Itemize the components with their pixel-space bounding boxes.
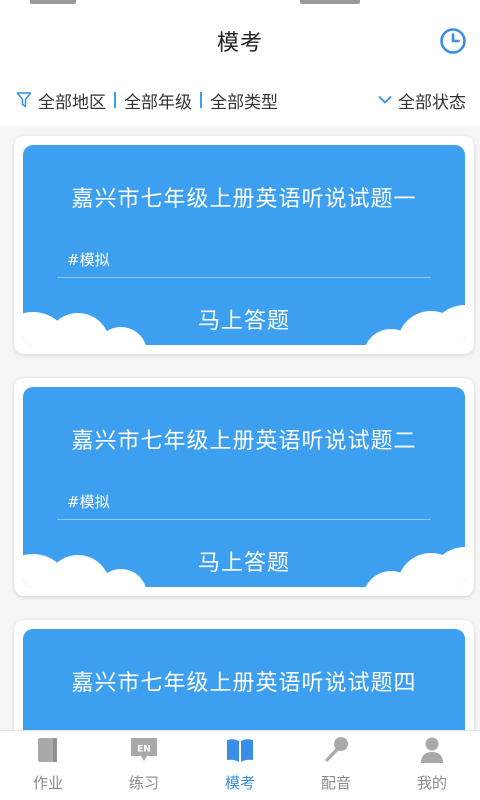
tab-label: 我的	[416, 774, 447, 792]
exam-card-body: 嘉兴市七年级上册英语听说试题二 #模拟 马上答题	[23, 387, 465, 587]
exam-title: 嘉兴市七年级上册英语听说试题四	[71, 671, 417, 696]
exam-list: 嘉兴市七年级上册英语听说试题一 #模拟 马上答题 嘉兴市七年级上册英语听说试题二…	[0, 126, 480, 730]
chevron-down-icon	[378, 96, 392, 104]
filter-status-label: 全部状态	[398, 92, 466, 113]
exam-card[interactable]: 嘉兴市七年级上册英语听说试题一 #模拟 马上答题	[14, 136, 474, 354]
filter-region[interactable]: 全部地区	[16, 88, 106, 113]
tab-dubbing[interactable]: 配音	[288, 731, 384, 800]
en-bubble-icon: EN	[131, 738, 157, 761]
start-exam-button[interactable]: 马上答题	[23, 303, 465, 335]
filter-status[interactable]: 全部状态	[378, 88, 466, 113]
filter-type-label: 全部类型	[210, 92, 278, 113]
divider	[200, 92, 202, 108]
svg-text:EN: EN	[137, 745, 151, 755]
tab-profile[interactable]: 我的	[384, 731, 480, 800]
status-bar	[0, 0, 480, 8]
exam-card-body: 嘉兴市七年级上册英语听说试题一 #模拟 马上答题	[23, 145, 465, 345]
filter-region-label: 全部地区	[38, 92, 106, 113]
open-book-icon	[227, 739, 253, 762]
funnel-icon	[16, 92, 32, 108]
filter-type[interactable]: 全部类型	[210, 88, 278, 113]
tab-label: 练习	[128, 774, 159, 792]
tab-label: 作业	[32, 774, 63, 792]
exam-card[interactable]: 嘉兴市七年级上册英语听说试题四	[14, 620, 474, 730]
bottom-tab-bar: 作业 EN 练习 模考 配音 我的	[0, 730, 480, 800]
tab-label: 配音	[320, 774, 351, 792]
header: 模考	[0, 8, 480, 74]
filter-grade-label: 全部年级	[124, 92, 192, 113]
notebook-icon	[38, 738, 57, 762]
exam-card-body: 嘉兴市七年级上册英语听说试题四	[23, 629, 465, 730]
tab-practice[interactable]: EN 练习	[96, 731, 192, 800]
divider	[114, 92, 116, 108]
exam-card[interactable]: 嘉兴市七年级上册英语听说试题二 #模拟 马上答题	[14, 378, 474, 596]
person-icon	[421, 737, 443, 763]
page-title: 模考	[216, 31, 263, 56]
filter-bar: 全部地区 全部年级 全部类型 全部状态	[0, 74, 480, 126]
start-exam-button[interactable]: 马上答题	[23, 545, 465, 577]
tab-mock-exam[interactable]: 模考	[192, 731, 288, 800]
microphone-icon	[325, 737, 348, 762]
filter-grade[interactable]: 全部年级	[124, 88, 192, 113]
tab-homework[interactable]: 作业	[0, 731, 96, 800]
clock-icon[interactable]	[438, 26, 468, 56]
tab-label: 模考	[224, 774, 255, 792]
